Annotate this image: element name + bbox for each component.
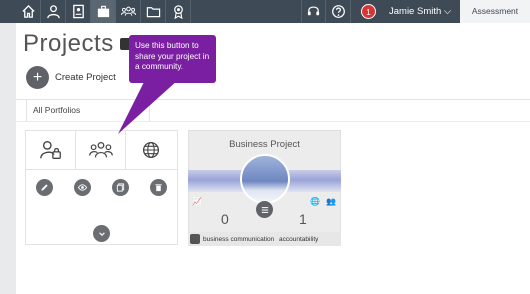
create-project-button[interactable]: + — [26, 66, 49, 89]
profile-button[interactable] — [41, 0, 66, 23]
page-title: Projects — [23, 30, 114, 57]
project-image — [240, 154, 290, 204]
document-icon — [72, 4, 84, 19]
user-menu[interactable]: Jamie Smith ⌵ — [389, 0, 451, 23]
list-icon — [261, 206, 268, 213]
tag-item[interactable]: business communication — [203, 236, 274, 243]
edit-button[interactable] — [36, 179, 53, 196]
user-lock-icon — [39, 141, 61, 159]
chart-icon: 📈 — [192, 197, 202, 206]
share-community-button[interactable] — [76, 131, 126, 169]
user-name: Jamie Smith — [389, 6, 442, 17]
badges-button[interactable] — [166, 0, 191, 23]
expand-button[interactable] — [93, 225, 110, 242]
folders-button[interactable] — [141, 0, 166, 23]
user-icon — [46, 5, 60, 19]
award-icon — [173, 5, 183, 19]
communities-button[interactable] — [116, 0, 141, 23]
assessment-tab[interactable]: Assessment — [460, 0, 530, 23]
divider — [25, 169, 178, 170]
globe-icon: 🌐 — [310, 197, 320, 206]
project-title[interactable]: Business Project — [188, 139, 341, 150]
share-public-button[interactable] — [126, 131, 176, 169]
eye-icon — [78, 184, 87, 191]
community-icon: 👥 — [326, 197, 336, 206]
copy-button[interactable] — [112, 179, 129, 196]
help-button[interactable] — [326, 0, 351, 23]
stat-left: 0 — [221, 211, 229, 227]
view-button[interactable] — [74, 179, 91, 196]
tab-all-portfolios[interactable]: All Portfolios — [26, 100, 150, 121]
tag-icon — [190, 234, 200, 244]
pencil-icon — [41, 184, 48, 191]
globe-icon — [142, 141, 160, 159]
plus-icon: + — [32, 68, 43, 86]
delete-button[interactable] — [150, 179, 167, 196]
folder-icon — [146, 7, 160, 18]
stat-right: 1 — [299, 211, 307, 227]
project-details-button[interactable] — [256, 201, 273, 218]
briefcase-icon — [97, 5, 109, 18]
trash-icon — [155, 184, 162, 192]
tag-item[interactable]: accountability — [279, 236, 318, 243]
chevron-down-icon — [98, 231, 105, 236]
question-icon — [331, 5, 345, 18]
headset-icon — [307, 6, 320, 16]
chevron-down-icon: ⌵ — [443, 6, 452, 17]
share-private-button[interactable] — [26, 131, 76, 169]
community-icon — [88, 141, 113, 158]
create-project-label[interactable]: Create Project — [55, 72, 116, 83]
copy-icon — [116, 183, 125, 192]
community-icon — [120, 6, 136, 16]
divider — [16, 121, 530, 122]
home-icon — [21, 4, 35, 18]
home-button[interactable] — [16, 0, 41, 23]
documents-button[interactable] — [66, 0, 91, 23]
projects-button[interactable] — [91, 0, 116, 23]
support-button[interactable] — [301, 0, 326, 23]
share-tooltip: Use this button to share your project in… — [129, 35, 216, 83]
notification-badge[interactable]: 1 — [361, 4, 376, 19]
